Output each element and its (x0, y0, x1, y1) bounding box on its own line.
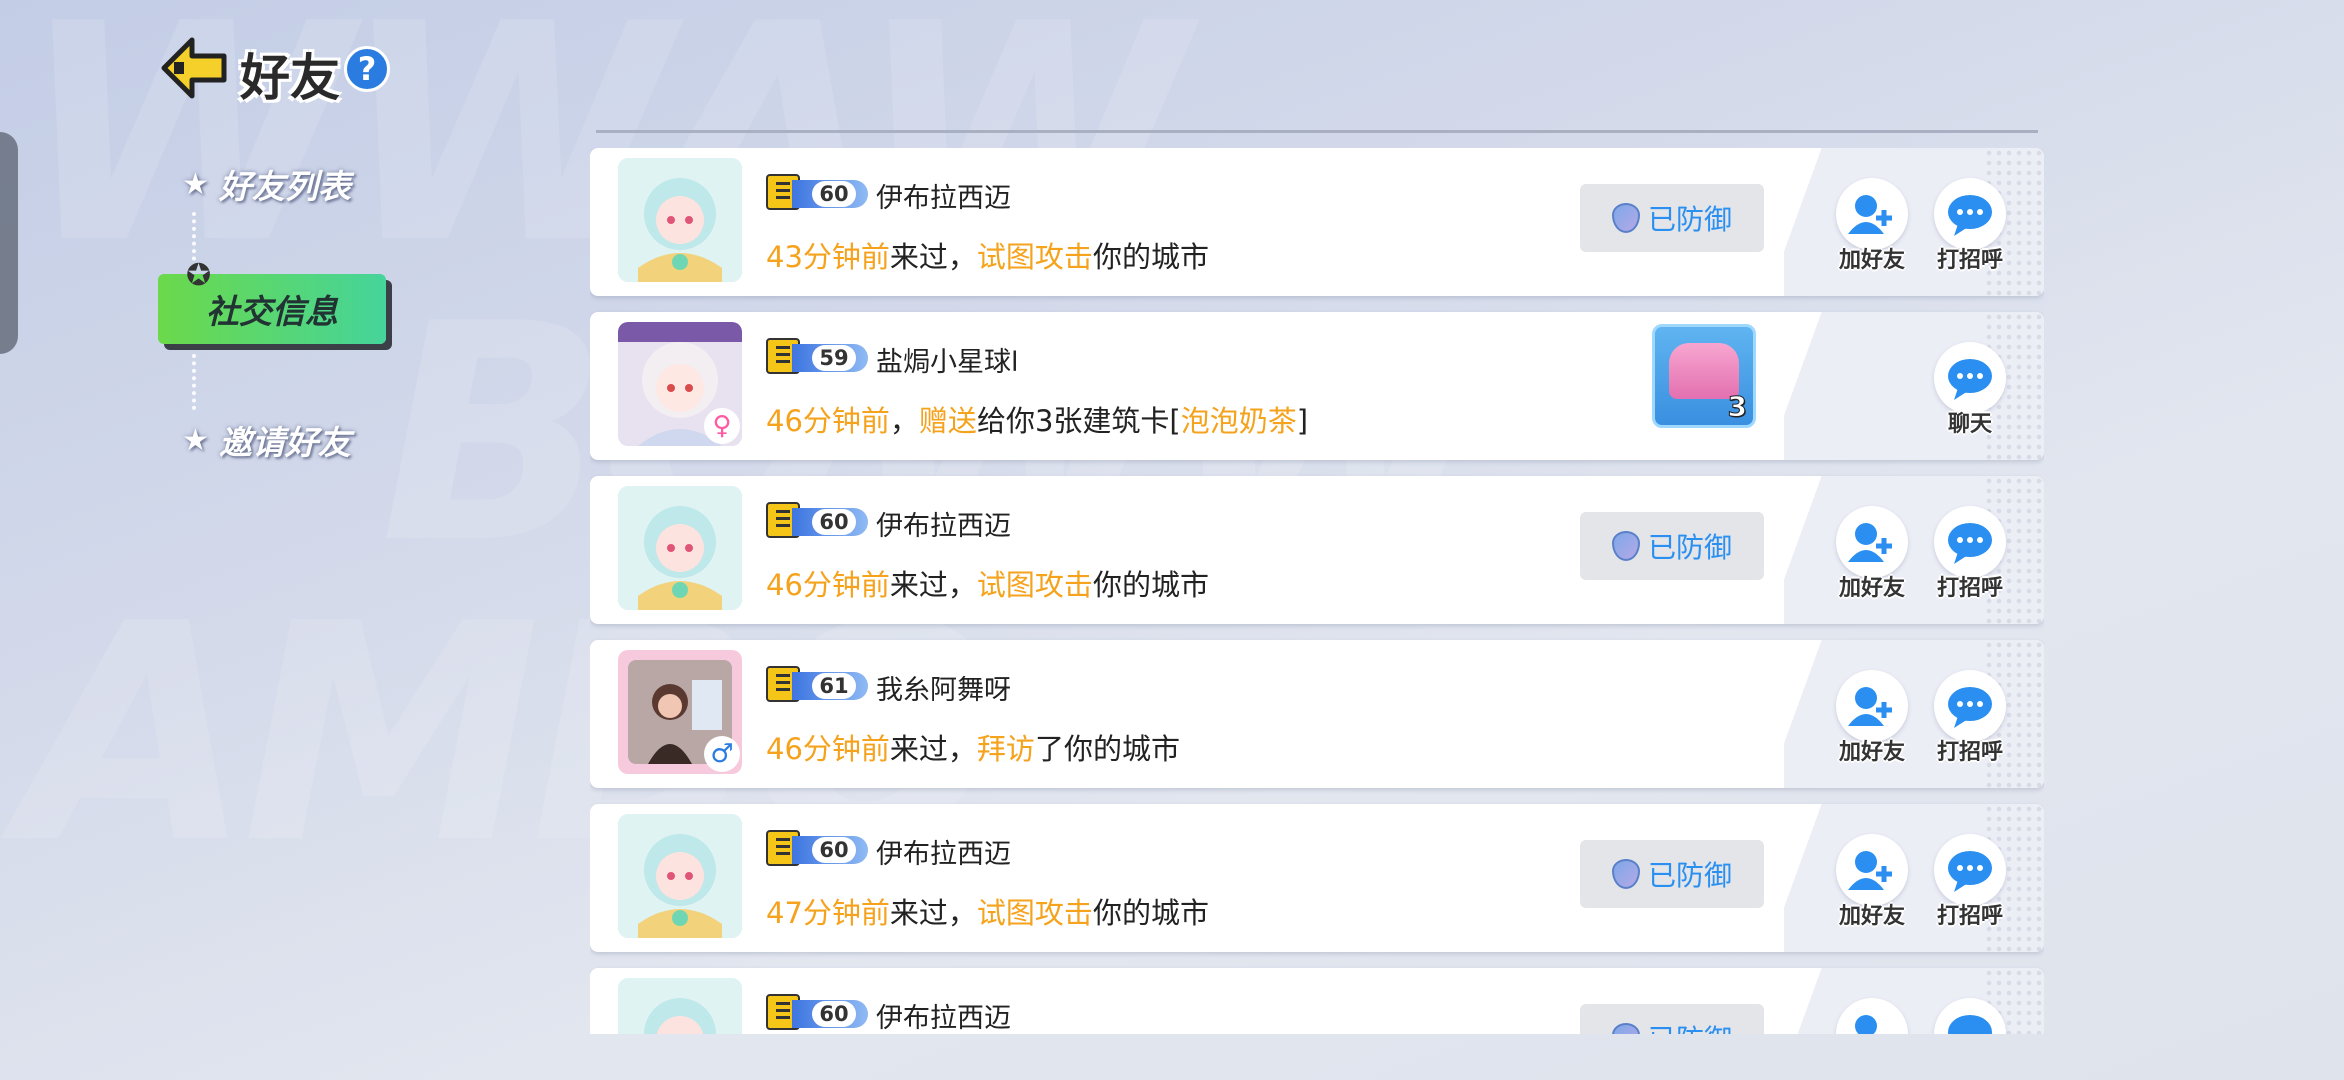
shield-icon (1611, 203, 1640, 233)
activity-message: 46分钟前，赠送给你3张建筑卡[泡泡奶茶] (766, 404, 1309, 438)
list-item: 60 伊布拉西迈 47分钟前来过，试图攻击你的城市 已防御 加好友 打招呼 (590, 804, 2044, 952)
list-item: 60 伊布拉西迈 已防御 (590, 968, 2044, 1034)
list-item: ♀ 59 盐焗小星球l 46分钟前，赠送给你3张建筑卡[泡泡奶茶] 3 聊天 (590, 312, 2044, 460)
list-item: ♂ 61 我糸阿舞呀 46分钟前来过，拜访了你的城市 加好友 打招呼 (590, 640, 2044, 788)
social-feed-list[interactable]: 60 伊布拉西迈 43分钟前来过，试图攻击你的城市 已防御 加好友 打招呼 ♀ … (590, 148, 2044, 1034)
player-name[interactable]: 伊布拉西迈 (876, 504, 1011, 543)
level-badge: 60 (766, 174, 870, 210)
back-arrow-icon[interactable] (156, 30, 232, 106)
greet-button[interactable]: 打招呼 (1932, 506, 2008, 602)
level-number: 61 (812, 673, 856, 699)
male-icon: ♂ (704, 736, 740, 772)
chat-button[interactable]: 聊天 (1932, 342, 2008, 438)
defended-status: 已防御 (1580, 1004, 1764, 1034)
avatar[interactable] (618, 158, 742, 282)
star-icon: ★ (182, 166, 209, 202)
female-icon: ♀ (704, 408, 740, 444)
level-badge: 59 (766, 338, 870, 374)
add-friend-button[interactable]: 加好友 (1834, 834, 1910, 930)
activity-message: 47分钟前来过，试图攻击你的城市 (766, 896, 1209, 930)
activity-message: 46分钟前来过，试图攻击你的城市 (766, 568, 1209, 602)
help-icon[interactable]: ? (344, 46, 390, 92)
add-friend-button[interactable] (1834, 998, 1910, 1034)
greet-button[interactable]: 打招呼 (1932, 834, 2008, 930)
player-name[interactable]: 伊布拉西迈 (876, 176, 1011, 215)
player-name[interactable]: 伊布拉西迈 (876, 832, 1011, 871)
sidebar-item-label: 邀请好友 (218, 423, 351, 462)
level-badge: 60 (766, 994, 870, 1030)
edge-drawer-handle[interactable] (0, 132, 18, 354)
player-name[interactable]: 我糸阿舞呀 (876, 668, 1011, 707)
divider (192, 354, 200, 410)
page-title: 好友 (240, 49, 340, 107)
defended-status: 已防御 (1580, 184, 1764, 252)
greet-button[interactable]: 打招呼 (1932, 178, 2008, 274)
level-badge: 60 (766, 502, 870, 538)
sidebar-item-social-info[interactable]: ✪ 社交信息 (158, 258, 386, 344)
add-friend-button[interactable]: 加好友 (1834, 506, 1910, 602)
level-badge: 60 (766, 830, 870, 866)
level-number: 60 (812, 509, 856, 535)
avatar[interactable]: ♂ (618, 650, 742, 774)
player-name[interactable]: 伊布拉西迈 (876, 996, 1011, 1034)
sidebar-item-invite-friends[interactable]: ★ 邀请好友 (182, 416, 351, 464)
avatar[interactable] (618, 814, 742, 938)
list-item: 60 伊布拉西迈 46分钟前来过，试图攻击你的城市 已防御 加好友 打招呼 (590, 476, 2044, 624)
add-friend-button[interactable]: 加好友 (1834, 670, 1910, 766)
level-number: 60 (812, 837, 856, 863)
avatar[interactable] (618, 486, 742, 610)
level-number: 60 (812, 1001, 856, 1027)
defended-status: 已防御 (1580, 512, 1764, 580)
list-item: 60 伊布拉西迈 43分钟前来过，试图攻击你的城市 已防御 加好友 打招呼 (590, 148, 2044, 296)
player-name[interactable]: 盐焗小星球l (876, 340, 1019, 379)
level-number: 59 (812, 345, 856, 371)
shield-icon (1611, 1023, 1640, 1034)
sidebar-item-label: 好友列表 (218, 167, 351, 206)
level-badge: 61 (766, 666, 870, 702)
sidebar-item-friend-list[interactable]: ★ 好友列表 (182, 160, 351, 208)
greet-button[interactable]: 打招呼 (1932, 670, 2008, 766)
star-icon: ★ (182, 422, 209, 458)
shield-icon (1611, 859, 1640, 889)
defended-status: 已防御 (1580, 840, 1764, 908)
sidebar-item-label: 社交信息 (206, 292, 338, 331)
badge-star-icon: ✪ (186, 258, 212, 293)
avatar[interactable] (618, 978, 742, 1034)
level-number: 60 (812, 181, 856, 207)
shield-icon (1611, 531, 1640, 561)
building-card-gift[interactable]: 3 (1652, 324, 1756, 428)
gift-count: 3 (1727, 390, 1748, 424)
list-divider (596, 130, 2038, 133)
avatar[interactable]: ♀ (618, 322, 742, 446)
greet-button[interactable] (1932, 998, 2008, 1034)
add-friend-button[interactable]: 加好友 (1834, 178, 1910, 274)
activity-message: 46分钟前来过，拜访了你的城市 (766, 732, 1180, 766)
activity-message: 43分钟前来过，试图攻击你的城市 (766, 240, 1209, 274)
